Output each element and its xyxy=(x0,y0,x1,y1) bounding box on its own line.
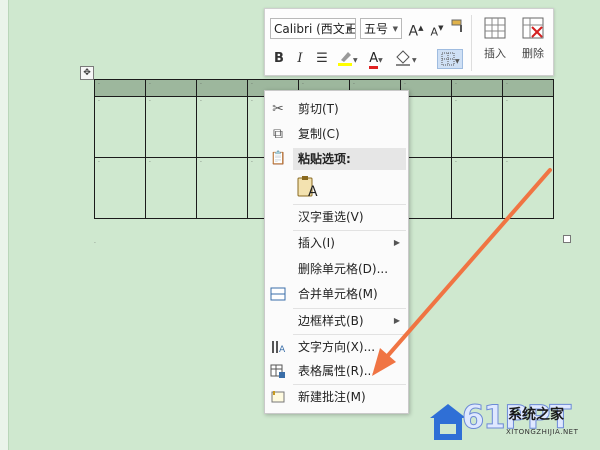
table-cell[interactable]: · xyxy=(502,157,554,219)
grow-font-icon: A xyxy=(408,23,419,40)
align-center-button[interactable]: ☰ xyxy=(313,49,331,69)
table-resize-handle[interactable] xyxy=(563,235,571,243)
menu-item-cut[interactable]: ✂ 剪切(T) xyxy=(265,97,408,121)
borders-button[interactable]: ▼ xyxy=(437,49,463,69)
watermark-site-name: 系统之家 xyxy=(508,407,564,423)
table-cell[interactable]: · xyxy=(502,96,554,158)
menu-item-label: 插入(I) xyxy=(298,236,335,250)
menu-item-label: 文字方向(X)... xyxy=(298,340,376,354)
chevron-down-icon: ▼ xyxy=(346,25,352,33)
svg-text:A: A xyxy=(279,345,286,355)
chevron-right-icon: ▶ xyxy=(393,316,400,325)
table-cell[interactable]: · xyxy=(94,79,146,97)
table-cell[interactable]: · xyxy=(94,157,146,219)
paste-keep-text-only-button[interactable]: A xyxy=(296,175,320,201)
site-watermark: 61PPT 系统之家 XITONGZHIJIA.NET xyxy=(428,396,598,448)
menu-item-merge-cells[interactable]: 合并单元格(M) xyxy=(265,282,408,306)
menu-item-label: 表格属性(R)... xyxy=(298,364,376,378)
left-ruler-strip xyxy=(0,0,9,450)
bold-button[interactable]: B xyxy=(271,49,287,69)
table-cell[interactable]: · xyxy=(196,96,248,158)
format-painter-button[interactable] xyxy=(449,18,467,38)
table-cell[interactable]: · xyxy=(451,96,503,158)
table-cell[interactable]: · xyxy=(94,96,146,158)
font-name-select[interactable]: Calibri (西文正 ▼ xyxy=(270,18,356,39)
chevron-down-icon: ▼ xyxy=(392,25,398,33)
copy-icon: ⧉ xyxy=(273,126,283,142)
paint-bucket-icon: ▼ xyxy=(396,50,417,66)
font-name-value: Calibri (西文正 xyxy=(274,22,356,36)
menu-item-label: 复制(C) xyxy=(298,127,340,141)
floating-mini-toolbar: Calibri (西文正 ▼ 五号 ▼ A▲ A▼ B I ☰ ▼ A▼ ▼ ▼… xyxy=(264,8,554,76)
comment-icon xyxy=(270,389,286,405)
watermark-url: XITONGZHIJIA.NET xyxy=(506,428,579,436)
context-menu: ✂ 剪切(T) ⧉ 复制(C) 📋 粘贴选项: A 汉字重选(V) 插入(I) … xyxy=(264,90,409,414)
table-cell[interactable]: · xyxy=(196,157,248,219)
svg-text:▼: ▼ xyxy=(353,57,358,64)
align-center-icon: ☰ xyxy=(316,51,328,66)
menu-item-text-direction[interactable]: A 文字方向(X)... xyxy=(265,335,408,359)
shrink-font-icon: A xyxy=(430,25,439,39)
table-cell[interactable]: · xyxy=(145,157,197,219)
menu-item-label: 合并单元格(M) xyxy=(298,287,378,301)
menu-item-reconvert[interactable]: 汉字重选(V) xyxy=(265,205,408,229)
grow-font-button[interactable]: A▲ xyxy=(407,18,425,40)
menu-item-label: 剪切(T) xyxy=(298,102,339,116)
table-cell[interactable]: · xyxy=(196,79,248,97)
delete-label: 删除 xyxy=(522,47,544,60)
table-cell[interactable]: · xyxy=(502,79,554,97)
menu-item-new-comment[interactable]: 新建批注(M) xyxy=(265,385,408,409)
menu-item-copy[interactable]: ⧉ 复制(C) xyxy=(265,122,408,146)
shrink-font-button[interactable]: A▼ xyxy=(428,18,446,38)
menu-item-border-styles[interactable]: 边框样式(B) ▶ xyxy=(265,309,408,333)
table-move-handle[interactable]: ✥ xyxy=(80,66,94,80)
menu-item-label: 删除单元格(D)... xyxy=(298,262,389,276)
svg-text:▼: ▼ xyxy=(455,58,460,65)
table-cell[interactable]: · xyxy=(451,79,503,97)
clipboard-icon: 📋 xyxy=(270,151,287,166)
highlighter-icon: ▼ xyxy=(338,52,358,66)
table-cell[interactable]: · xyxy=(145,96,197,158)
italic-button[interactable]: I xyxy=(292,49,308,69)
table-cell[interactable]: · xyxy=(145,79,197,97)
paragraph-mark: · xyxy=(94,240,96,247)
menu-item-label: 新建批注(M) xyxy=(298,390,366,404)
table-properties-icon xyxy=(270,363,286,379)
insert-label: 插入 xyxy=(484,47,506,60)
chevron-right-icon: ▶ xyxy=(393,238,400,247)
menu-item-label: 汉字重选(V) xyxy=(298,210,364,224)
svg-text:▼: ▼ xyxy=(412,57,417,64)
menu-item-insert[interactable]: 插入(I) ▶ xyxy=(265,231,408,255)
borders-icon: ▼ xyxy=(441,52,460,66)
highlight-button[interactable]: ▼ xyxy=(335,49,359,69)
delete-table-button[interactable]: 删除 xyxy=(513,13,553,71)
menu-item-delete-cells[interactable]: 删除单元格(D)... xyxy=(265,257,408,281)
scissors-icon: ✂ xyxy=(272,101,284,117)
font-color-letter: A xyxy=(369,51,379,69)
text-direction-icon: A xyxy=(270,339,286,355)
paste-options-header: 粘贴选项: xyxy=(293,148,406,170)
format-painter-icon xyxy=(451,19,462,32)
menu-item-label: 边框样式(B) xyxy=(298,314,364,328)
insert-table-button[interactable]: 插入 xyxy=(475,13,515,71)
shading-button[interactable]: ▼ xyxy=(393,49,419,69)
toolbar-separator xyxy=(471,15,472,71)
table-insert-icon xyxy=(484,17,506,39)
font-size-value: 五号 xyxy=(364,22,389,36)
merge-cells-icon xyxy=(270,286,286,302)
font-color-button[interactable]: A▼ xyxy=(364,49,388,69)
font-size-select[interactable]: 五号 ▼ xyxy=(360,18,402,39)
table-delete-icon xyxy=(522,17,544,39)
table-cell[interactable]: · xyxy=(451,157,503,219)
paste-option-letter: A xyxy=(308,184,318,200)
menu-item-table-properties[interactable]: 表格属性(R)... xyxy=(265,359,408,383)
